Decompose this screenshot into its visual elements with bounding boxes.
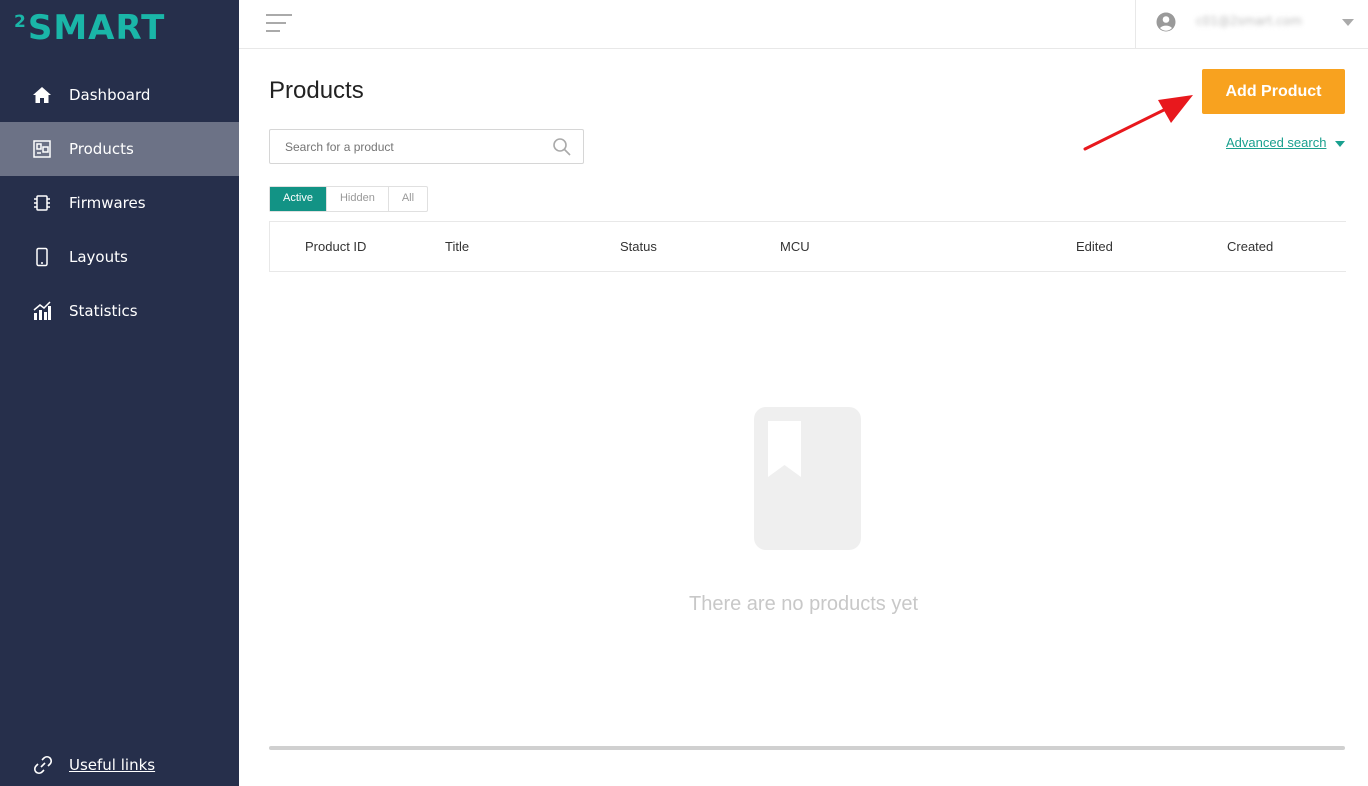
sidebar-item-products[interactable]: Products [0, 122, 239, 176]
sidebar-item-label: Firmwares [69, 194, 146, 212]
sidebar-item-label: Products [69, 140, 134, 158]
column-header-edited[interactable]: Edited [1076, 222, 1113, 271]
brand-logo[interactable]: 2SMART [14, 8, 165, 48]
column-header-status[interactable]: Status [620, 222, 657, 271]
add-product-button[interactable]: Add Product [1202, 69, 1345, 114]
chart-icon [33, 301, 51, 320]
column-header-mcu[interactable]: MCU [780, 222, 810, 271]
useful-links-label[interactable]: Useful links [69, 748, 155, 782]
tab-active[interactable]: Active [270, 187, 327, 211]
search-icon[interactable] [552, 137, 572, 157]
link-icon [33, 755, 53, 775]
search-input[interactable] [285, 130, 545, 163]
sidebar-item-firmwares[interactable]: Firmwares [0, 176, 239, 230]
tab-hidden[interactable]: Hidden [327, 187, 389, 211]
column-header-title[interactable]: Title [445, 222, 469, 271]
sidebar-item-statistics[interactable]: Statistics [0, 284, 239, 338]
status-filter-tabs: Active Hidden All [269, 186, 429, 212]
user-email: c01@2smart.com [1196, 14, 1302, 28]
menu-toggle-icon[interactable] [266, 14, 292, 34]
home-icon [33, 87, 51, 103]
empty-bookmark-icon [754, 407, 861, 550]
phone-icon [36, 247, 48, 267]
chevron-down-icon[interactable] [1342, 19, 1354, 26]
products-icon [33, 140, 51, 158]
sidebar-item-label: Statistics [69, 302, 138, 320]
table-header: Product ID Title Status MCU Edited Creat… [269, 221, 1346, 272]
empty-state-message: There are no products yet [689, 593, 919, 615]
user-menu[interactable]: c01@2smart.com [1135, 0, 1368, 48]
advanced-search-link[interactable]: Advanced search [1226, 135, 1326, 150]
column-header-created[interactable]: Created [1227, 222, 1273, 271]
column-header-product-id[interactable]: Product ID [305, 222, 366, 271]
chip-icon [34, 195, 50, 211]
user-avatar-icon [1156, 12, 1176, 32]
sidebar-item-dashboard[interactable]: Dashboard [0, 68, 239, 122]
tab-all[interactable]: All [389, 187, 427, 211]
sidebar: 2SMART Dashboard Products Firmwares Layo… [0, 0, 239, 786]
sidebar-item-label: Dashboard [69, 86, 151, 104]
search-box [269, 129, 584, 164]
useful-links[interactable]: Useful links [0, 748, 239, 782]
horizontal-scrollbar[interactable] [269, 746, 1345, 750]
caret-down-icon[interactable] [1335, 141, 1345, 147]
annotation-arrow [1083, 95, 1193, 151]
page-title: Products [269, 77, 364, 104]
sidebar-item-layouts[interactable]: Layouts [0, 230, 239, 284]
sidebar-item-label: Layouts [69, 248, 128, 266]
